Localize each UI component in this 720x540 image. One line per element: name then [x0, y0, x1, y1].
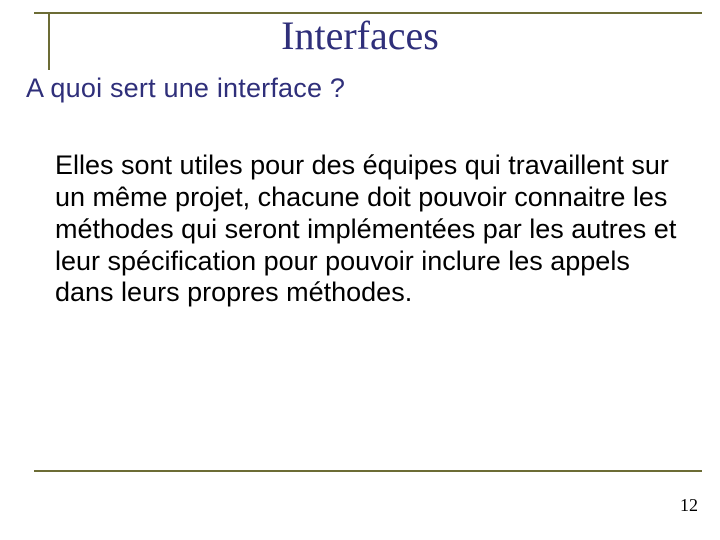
bottom-rule — [34, 470, 702, 472]
slide-body: Elles sont utiles pour des équipes qui t… — [55, 150, 680, 309]
slide-title: Interfaces — [0, 14, 720, 58]
page-number: 12 — [680, 495, 698, 516]
slide-subtitle: A quoi sert une interface ? — [26, 73, 345, 104]
slide: Interfaces A quoi sert une interface ? E… — [0, 0, 720, 540]
